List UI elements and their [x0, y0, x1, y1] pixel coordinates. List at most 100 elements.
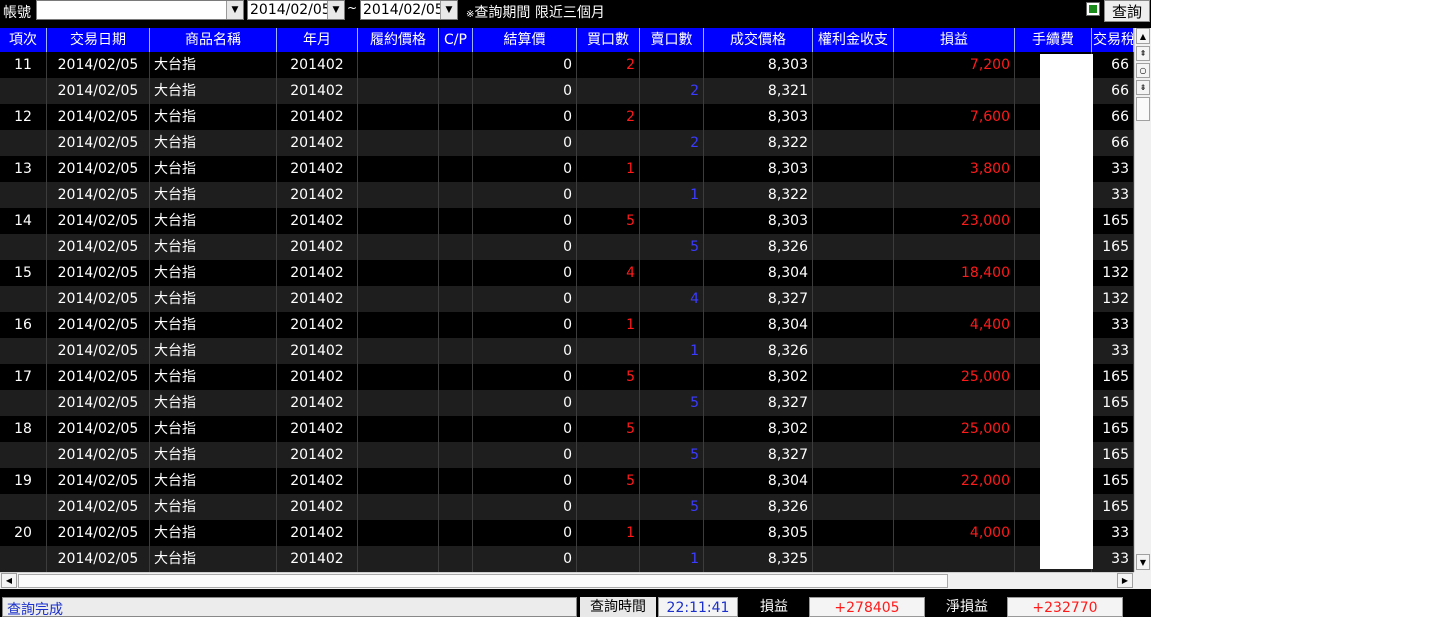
col-header-no[interactable]: 項次 [0, 28, 47, 52]
table-row[interactable]: 2014/02/05 大台指 201402 0 2 8,321 66 [0, 78, 1134, 104]
table-row[interactable]: 12 2014/02/05 大台指 201402 0 2 8,303 7,600 66 [0, 104, 1134, 130]
cell-pnl: 22,000 [894, 468, 1015, 494]
cell-price: 8,326 [704, 494, 813, 520]
cell-ym: 201402 [277, 260, 358, 286]
col-header-cp[interactable]: C/P [439, 28, 473, 52]
scroll-page-up-icon[interactable]: ⇞ [1136, 46, 1150, 61]
cell-cp [439, 442, 473, 468]
table-row[interactable]: 13 2014/02/05 大台指 201402 0 1 8,303 3,800 33 [0, 156, 1134, 182]
scroll-home-icon[interactable]: ○ [1136, 63, 1150, 78]
arrow-right-icon[interactable]: ▶ [1117, 573, 1133, 588]
arrow-left-icon[interactable]: ◀ [1, 573, 17, 588]
table-row[interactable]: 2014/02/05 大台指 201402 0 1 8,326 33 [0, 338, 1134, 364]
cell-settle: 0 [473, 546, 577, 572]
cell-buy: 5 [577, 364, 640, 390]
table-row[interactable]: 2014/02/05 大台指 201402 0 5 8,327 165 [0, 442, 1134, 468]
col-header-buy[interactable]: 買口數 [577, 28, 640, 52]
cell-no: 19 [0, 468, 47, 494]
table-row[interactable]: 19 2014/02/05 大台指 201402 0 5 8,304 22,000 165 [0, 468, 1134, 494]
cell-settle: 0 [473, 442, 577, 468]
cell-strike [358, 208, 439, 234]
cell-price: 8,326 [704, 338, 813, 364]
table-row[interactable]: 20 2014/02/05 大台指 201402 0 1 8,305 4,000 33 [0, 520, 1134, 546]
cell-ym: 201402 [277, 182, 358, 208]
col-header-settle[interactable]: 結算價 [473, 28, 577, 52]
export-icon[interactable] [1086, 2, 1100, 16]
cell-date: 2014/02/05 [47, 286, 150, 312]
cell-buy [577, 78, 640, 104]
end-date-picker[interactable]: 2014/02/05 ▼ [360, 0, 458, 20]
table-row[interactable]: 18 2014/02/05 大台指 201402 0 5 8,302 25,000 165 [0, 416, 1134, 442]
cell-cp [439, 312, 473, 338]
vertical-scrollbar[interactable]: ▲ ⇞ ○ ⇟ ▼ [1134, 28, 1151, 572]
scroll-page-down-icon[interactable]: ⇟ [1136, 80, 1150, 95]
horizontal-scroll-thumb[interactable] [18, 574, 948, 588]
table-row[interactable]: 14 2014/02/05 大台指 201402 0 5 8,303 23,000 165 [0, 208, 1134, 234]
table-row[interactable]: 17 2014/02/05 大台指 201402 0 5 8,302 25,000 165 [0, 364, 1134, 390]
col-header-ym[interactable]: 年月 [277, 28, 358, 52]
cell-sell [640, 260, 704, 286]
cell-tax: 33 [1092, 156, 1134, 182]
cell-premium [813, 78, 894, 104]
col-header-date[interactable]: 交易日期 [47, 28, 150, 52]
cell-ym: 201402 [277, 104, 358, 130]
table-row[interactable]: 15 2014/02/05 大台指 201402 0 4 8,304 18,400 132 [0, 260, 1134, 286]
cell-tax: 165 [1092, 416, 1134, 442]
status-bar: 查詢完成 查詢時間 22:11:41 損益 +278405 淨損益 +23277… [0, 594, 1151, 617]
cell-settle: 0 [473, 468, 577, 494]
cell-pnl [894, 390, 1015, 416]
vertical-scroll-thumb[interactable] [1136, 97, 1150, 121]
cell-no [0, 494, 47, 520]
col-header-fee[interactable]: 手續費 [1015, 28, 1092, 52]
cell-strike [358, 260, 439, 286]
account-select[interactable]: ▼ [36, 0, 244, 20]
query-period-note: ※查詢期間 限近三個月 [466, 2, 622, 22]
table-row[interactable]: 2014/02/05 大台指 201402 0 1 8,325 33 [0, 546, 1134, 572]
table-row[interactable]: 16 2014/02/05 大台指 201402 0 1 8,304 4,400 33 [0, 312, 1134, 338]
col-header-premium[interactable]: 權利金收支 [813, 28, 894, 52]
date-range-separator: ~ [347, 1, 358, 15]
cell-tax: 132 [1092, 286, 1134, 312]
table-row[interactable]: 2014/02/05 大台指 201402 0 5 8,326 165 [0, 234, 1134, 260]
cell-no: 16 [0, 312, 47, 338]
table-row[interactable]: 2014/02/05 大台指 201402 0 5 8,326 165 [0, 494, 1134, 520]
cell-date: 2014/02/05 [47, 416, 150, 442]
cell-sell [640, 520, 704, 546]
table-row[interactable]: 11 2014/02/05 大台指 201402 0 2 8,303 7,200 66 [0, 52, 1134, 78]
col-header-sell[interactable]: 賣口數 [640, 28, 704, 52]
cell-premium [813, 104, 894, 130]
cell-strike [358, 312, 439, 338]
cell-pnl: 3,800 [894, 156, 1015, 182]
cell-tax: 165 [1092, 442, 1134, 468]
cell-buy [577, 286, 640, 312]
cell-buy: 5 [577, 468, 640, 494]
col-header-price[interactable]: 成交價格 [704, 28, 813, 52]
cell-premium [813, 442, 894, 468]
cell-price: 8,302 [704, 364, 813, 390]
chevron-down-icon[interactable]: ▼ [327, 1, 344, 19]
cell-strike [358, 520, 439, 546]
col-header-strike[interactable]: 履約價格 [358, 28, 439, 52]
chevron-down-icon[interactable]: ▼ [440, 1, 457, 19]
col-header-tax[interactable]: 交易稅 [1092, 28, 1134, 52]
arrow-down-icon[interactable]: ▼ [1136, 554, 1150, 570]
col-header-pnl[interactable]: 損益 [894, 28, 1015, 52]
arrow-up-icon[interactable]: ▲ [1136, 28, 1150, 44]
chevron-down-icon[interactable]: ▼ [226, 1, 243, 19]
table-row[interactable]: 2014/02/05 大台指 201402 0 2 8,322 66 [0, 130, 1134, 156]
cell-ym: 201402 [277, 208, 358, 234]
cell-settle: 0 [473, 494, 577, 520]
status-message: 查詢完成 [2, 597, 577, 617]
cell-tax: 165 [1092, 234, 1134, 260]
query-button[interactable]: 查詢 [1104, 0, 1150, 22]
cell-sell [640, 312, 704, 338]
start-date-picker[interactable]: 2014/02/05 ▼ [247, 0, 345, 20]
table-row[interactable]: 2014/02/05 大台指 201402 0 5 8,327 165 [0, 390, 1134, 416]
cell-date: 2014/02/05 [47, 312, 150, 338]
horizontal-scrollbar[interactable]: ◀ ▶ [0, 572, 1134, 589]
col-header-product[interactable]: 商品名稱 [150, 28, 277, 52]
table-row[interactable]: 2014/02/05 大台指 201402 0 1 8,322 33 [0, 182, 1134, 208]
cell-pnl: 7,200 [894, 52, 1015, 78]
table-row[interactable]: 2014/02/05 大台指 201402 0 4 8,327 132 [0, 286, 1134, 312]
cell-buy: 2 [577, 104, 640, 130]
